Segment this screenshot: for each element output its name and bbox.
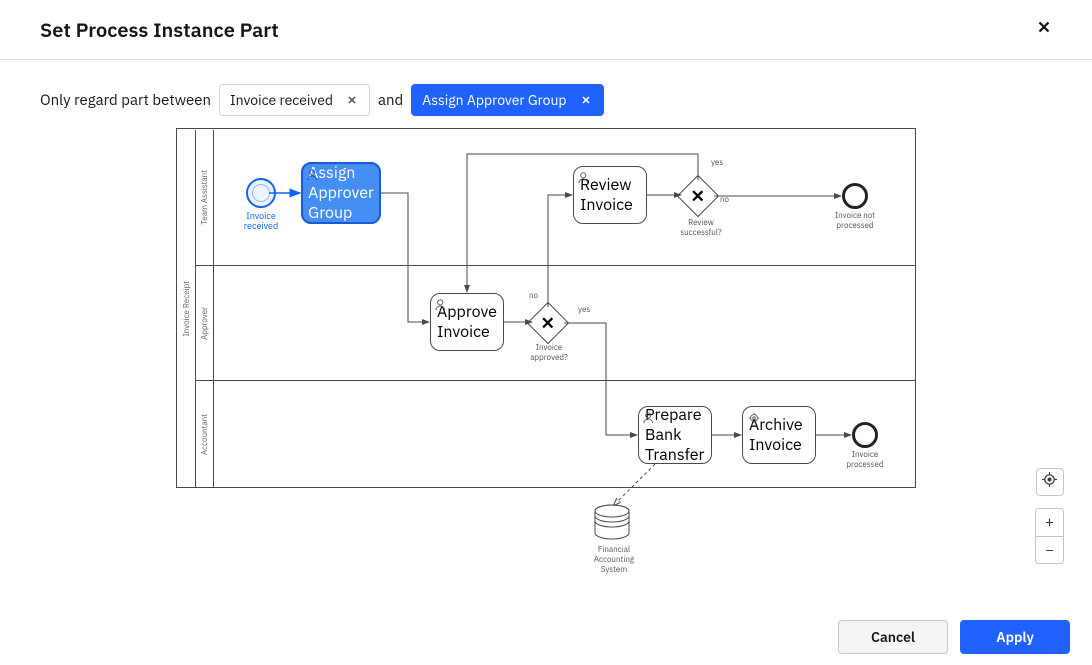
bpmn-end-event-processed[interactable]	[852, 422, 878, 448]
bpmn-label-yes-2: yes	[578, 305, 590, 315]
filter-start-tag[interactable]: Invoice received	[219, 84, 370, 116]
close-icon[interactable]	[345, 93, 359, 107]
crosshair-icon	[1042, 472, 1057, 492]
lane-label-accountant: Accountant	[196, 381, 214, 488]
zoom-controls: + −	[1035, 468, 1064, 564]
lane-label-team-assistant: Team Assistant	[196, 130, 214, 265]
pool-label: Invoice Receipt	[178, 130, 196, 488]
bpmn-label-no: no	[720, 195, 729, 205]
modal-footer: Cancel Apply	[0, 609, 1092, 665]
bpmn-task-approve-invoice[interactable]: Approve Invoice	[430, 293, 504, 351]
bpmn-end-not-processed-label: Invoice not processed	[828, 211, 882, 231]
bpmn-task-prepare-transfer[interactable]: Prepare Bank Transfer	[638, 406, 712, 464]
filter-start-label: Invoice received	[230, 91, 333, 109]
modal-header: Set Process Instance Part	[0, 0, 1092, 60]
bpmn-label-yes: yes	[711, 158, 723, 168]
modal-title: Set Process Instance Part	[40, 16, 279, 43]
gear-icon	[747, 410, 761, 424]
bpmn-task-assign-approver[interactable]: Assign Approver Group	[301, 162, 381, 224]
bpmn-start-event[interactable]: Invoice received	[238, 178, 284, 233]
bpmn-label-no-2: no	[529, 291, 538, 301]
apply-button[interactable]: Apply	[960, 620, 1070, 654]
close-icon	[1035, 18, 1053, 41]
bpmn-canvas[interactable]: Invoice Receipt Team Assistant Approver …	[176, 128, 916, 603]
bpmn-end-event-not-processed[interactable]	[842, 183, 868, 209]
bpmn-data-store-label: Financial Accounting System	[585, 545, 643, 575]
plus-icon: +	[1045, 513, 1054, 532]
bpmn-end-processed-label: Invoice processed	[836, 450, 894, 470]
cancel-button[interactable]: Cancel	[838, 620, 948, 654]
zoom-group: + −	[1035, 508, 1064, 564]
close-icon[interactable]	[579, 93, 593, 107]
lane-divider	[195, 380, 915, 381]
close-button[interactable]	[1032, 18, 1056, 42]
zoom-in-button[interactable]: +	[1036, 509, 1063, 536]
user-icon	[307, 167, 321, 181]
filter-row: Only regard part between Invoice receive…	[0, 60, 1092, 128]
bpmn-data-store[interactable]	[592, 503, 632, 543]
bpmn-gateway-review-label: Review successful?	[680, 218, 722, 238]
bpmn-task-review-invoice[interactable]: Review Invoice	[573, 166, 647, 224]
user-icon	[643, 410, 657, 424]
diagram-container: Invoice Receipt Team Assistant Approver …	[0, 128, 1092, 603]
lane-divider	[195, 265, 915, 266]
filter-end-label: Assign Approver Group	[422, 91, 566, 109]
filter-end-tag[interactable]: Assign Approver Group	[411, 84, 603, 116]
bpmn-gateway-approved-label: Invoice approved?	[525, 343, 573, 363]
bpmn-task-archive-invoice[interactable]: Archive Invoice	[742, 406, 816, 464]
filter-join: and	[378, 91, 403, 110]
minus-icon: −	[1045, 541, 1054, 560]
locate-button[interactable]	[1036, 468, 1064, 496]
zoom-out-button[interactable]: −	[1036, 536, 1063, 563]
filter-prefix: Only regard part between	[40, 91, 211, 110]
user-icon	[435, 297, 449, 311]
user-icon	[578, 170, 592, 184]
lane-label-approver: Approver	[196, 266, 214, 380]
